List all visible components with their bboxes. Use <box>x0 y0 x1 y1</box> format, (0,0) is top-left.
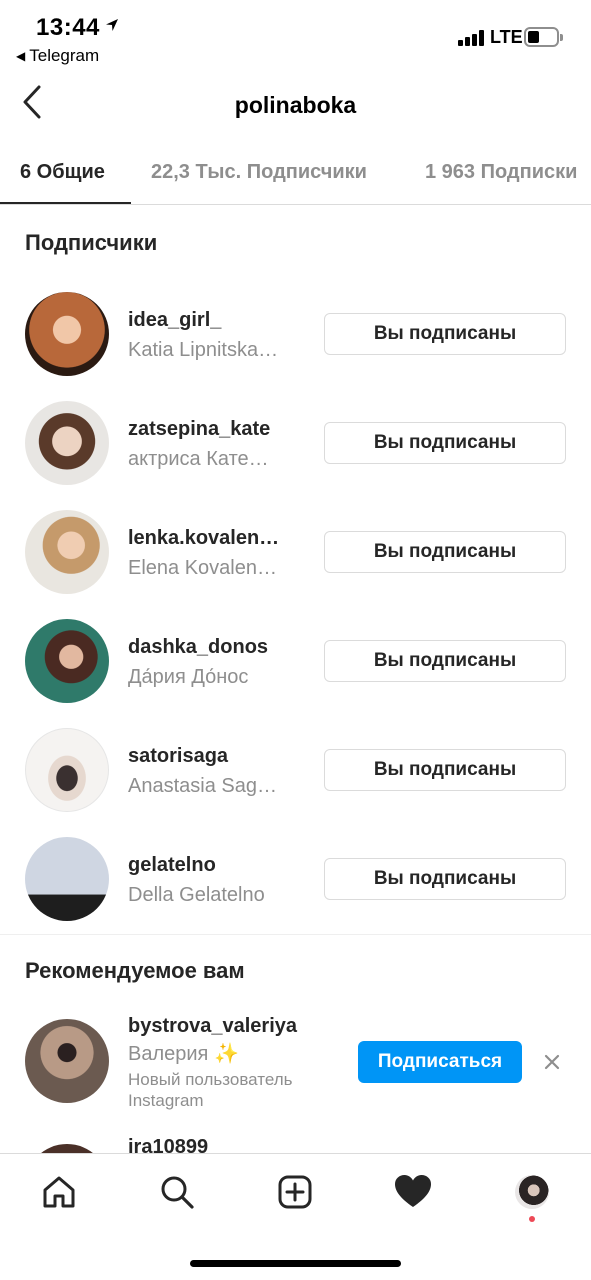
section-title-followers: Подписчики <box>25 230 158 255</box>
dismiss-suggestion-button[interactable] <box>540 1050 564 1074</box>
activity-heart-icon <box>395 1175 431 1207</box>
username[interactable]: satorisaga <box>128 745 228 768</box>
username[interactable]: zatsepina_kate <box>128 418 270 441</box>
profile-avatar <box>515 1175 549 1209</box>
avatar[interactable] <box>25 1019 109 1103</box>
status-time-text: 13:44 <box>36 14 100 41</box>
profile-tab[interactable] <box>512 1172 552 1212</box>
nav-header: polinaboka <box>0 72 591 136</box>
avatar[interactable] <box>25 619 109 703</box>
suggestion-reason-line2: Instagram <box>128 1091 204 1110</box>
tabs: 6 Общие 22,3 Тыс. Подписчики 1 963 Подпи… <box>0 140 591 205</box>
avatar[interactable] <box>25 510 109 594</box>
search-icon <box>161 1176 194 1209</box>
full-name: Elena Kovalen… <box>128 557 277 579</box>
list-item[interactable]: idea_girl_ Katia Lipnitska… Вы подписаны <box>0 284 591 384</box>
tab-followers[interactable]: 22,3 Тыс. Подписчики <box>151 161 367 184</box>
list-item[interactable]: satorisaga Anastasia Sag… Вы подписаны <box>0 720 591 820</box>
username[interactable]: dashka_donos <box>128 636 268 659</box>
full-name: Anastasia Sag… <box>128 775 277 797</box>
close-icon <box>544 1054 560 1070</box>
search-tab[interactable] <box>157 1172 197 1212</box>
username[interactable]: bystrova_valeriya <box>128 1015 297 1038</box>
following-button[interactable]: Вы подписаны <box>324 858 566 900</box>
tab-following[interactable]: 1 963 Подписки <box>425 161 577 184</box>
username[interactable]: gelatelno <box>128 854 216 877</box>
home-tab[interactable] <box>39 1172 79 1212</box>
following-button[interactable]: Вы подписаны <box>324 313 566 355</box>
full-name: Да́рия До́нос <box>128 666 249 688</box>
section-title-recommended: Рекомендуемое вам <box>25 958 245 983</box>
active-tab-indicator <box>0 202 131 204</box>
following-button[interactable]: Вы подписаны <box>324 531 566 573</box>
full-name: Валерия ✨ <box>128 1043 239 1065</box>
full-name: актриса Кате… <box>128 448 269 470</box>
username[interactable]: lenka.kovalen… <box>128 527 279 550</box>
follow-button[interactable]: Подписаться <box>358 1041 522 1083</box>
status-bar: 13:44 ◀ Telegram LTE <box>0 0 591 72</box>
list-item[interactable]: lenka.kovalen… Elena Kovalen… Вы подписа… <box>0 502 591 602</box>
new-post-tab[interactable] <box>275 1172 315 1212</box>
back-app-label: Telegram <box>29 46 100 65</box>
notification-dot <box>529 1216 535 1222</box>
battery-icon <box>524 27 563 47</box>
new-post-icon <box>278 1175 312 1209</box>
following-button[interactable]: Вы подписаны <box>324 640 566 682</box>
list-item[interactable]: zatsepina_kate актриса Кате… Вы подписан… <box>0 393 591 493</box>
tab-mutual[interactable]: 6 Общие <box>20 161 105 184</box>
full-name: Della Gelatelno <box>128 884 265 906</box>
home-icon <box>43 1176 75 1208</box>
list-item[interactable]: gelatelno Della Gelatelno Вы подписаны <box>0 829 591 929</box>
username[interactable]: idea_girl_ <box>128 309 221 332</box>
following-button[interactable]: Вы подписаны <box>324 749 566 791</box>
activity-tab[interactable] <box>393 1172 433 1212</box>
avatar[interactable] <box>25 837 109 921</box>
location-arrow-icon <box>104 12 120 40</box>
cellular-signal-icon <box>458 30 484 46</box>
status-time: 13:44 <box>36 12 120 42</box>
section-divider <box>0 934 591 935</box>
full-name: Katia Lipnitska… <box>128 339 279 361</box>
avatar[interactable] <box>25 728 109 812</box>
following-button[interactable]: Вы подписаны <box>324 422 566 464</box>
avatar[interactable] <box>25 401 109 485</box>
back-to-app-link[interactable]: ◀ Telegram <box>16 46 99 66</box>
suggestion-reason: Новый пользователь <box>128 1070 293 1089</box>
network-type: LTE <box>490 27 523 47</box>
home-indicator <box>190 1260 401 1267</box>
list-item[interactable]: dashka_donos Да́рия До́нос Вы подписаны <box>0 611 591 711</box>
page-title: polinaboka <box>234 92 357 118</box>
avatar[interactable] <box>25 292 109 376</box>
back-triangle-icon: ◀ <box>16 49 26 63</box>
